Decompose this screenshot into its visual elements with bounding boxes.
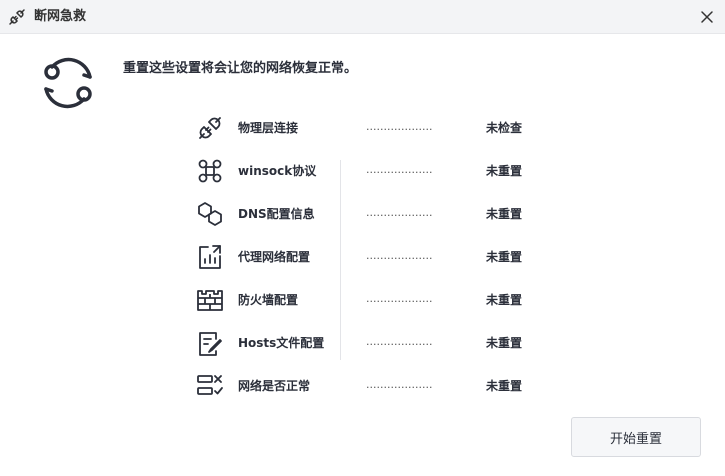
title-bar: 断网急救 [0, 0, 725, 34]
plug-icon [199, 117, 221, 139]
start-reset-button[interactable]: 开始重置 [571, 417, 701, 457]
item-label: 物理层连接 [238, 121, 299, 135]
item-dots: ................... [366, 335, 433, 348]
item-status: 未重置 [486, 250, 523, 264]
list-item-physical: 物理层连接 ................... 未检查 [0, 113, 725, 143]
item-status: 未重置 [486, 293, 523, 307]
dns-icon [198, 202, 222, 226]
item-label: 防火墙配置 [238, 293, 299, 307]
item-dots: ................... [366, 378, 433, 391]
item-status: 未重置 [486, 379, 523, 393]
header-message: 重置这些设置将会让您的网络恢复正常。 [123, 61, 358, 76]
list-item-proxy: 代理网络配置 ................... 未重置 [0, 242, 725, 272]
item-label: 代理网络配置 [238, 250, 311, 264]
item-status: 未重置 [486, 336, 523, 350]
hosts-file-icon [199, 332, 222, 356]
close-icon[interactable] [697, 7, 717, 27]
list-item-dns: DNS配置信息 ................... 未重置 [0, 199, 725, 229]
list-item-network-check: 网络是否正常 ................... 未重置 [0, 371, 725, 401]
item-label: winsock协议 [238, 164, 317, 178]
item-dots: ................... [366, 206, 433, 219]
firewall-icon [197, 290, 223, 311]
item-dots: ................... [366, 120, 433, 133]
item-label: DNS配置信息 [238, 207, 315, 221]
item-dots: ................... [366, 249, 433, 262]
item-status: 未重置 [486, 207, 523, 221]
item-status: 未检查 [486, 121, 523, 135]
list-item-hosts: Hosts文件配置 ................... 未重置 [0, 328, 725, 358]
item-dots: ................... [366, 292, 433, 305]
item-dots: ................... [366, 163, 433, 176]
checklist-icon [197, 375, 223, 395]
plug-icon [9, 9, 25, 25]
network-reset-icon [44, 57, 92, 109]
item-label: 网络是否正常 [238, 379, 311, 393]
item-label: Hosts文件配置 [238, 336, 325, 350]
item-status: 未重置 [486, 164, 523, 178]
window-title: 断网急救 [34, 9, 87, 24]
proxy-chart-icon [199, 245, 221, 269]
list-item-firewall: 防火墙配置 ................... 未重置 [0, 285, 725, 315]
list-item-winsock: winsock协议 ................... 未重置 [0, 156, 725, 186]
network-nodes-icon [198, 159, 222, 183]
